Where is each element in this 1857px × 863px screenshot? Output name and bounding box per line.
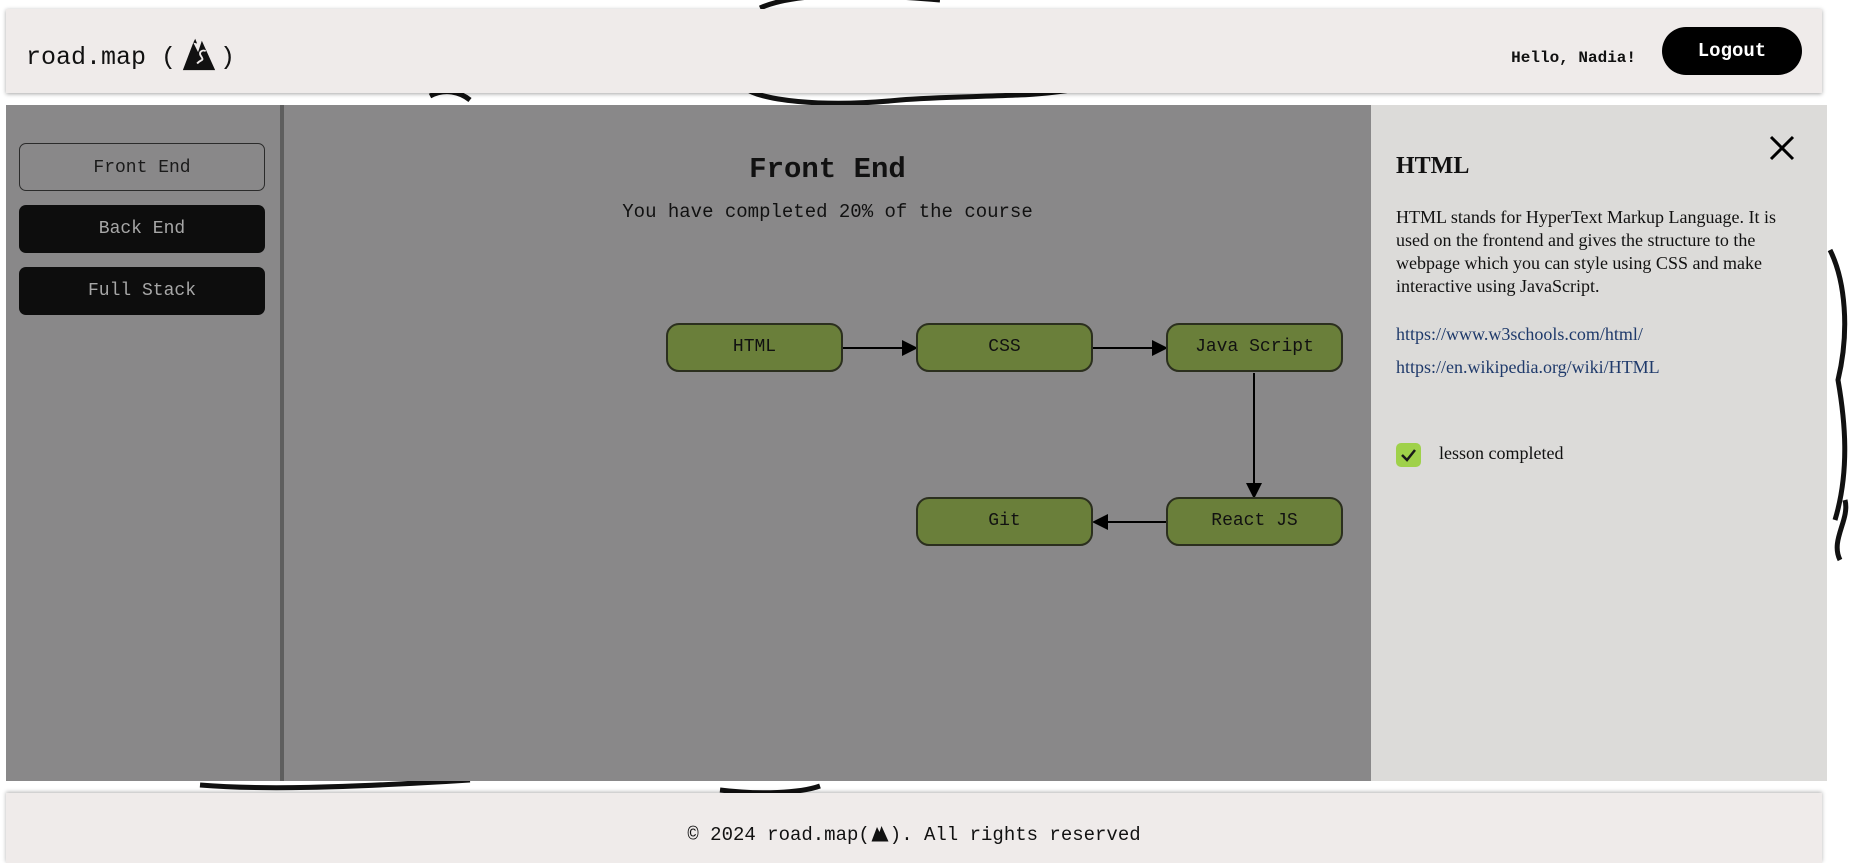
- sidebar-item-full-stack[interactable]: Full Stack: [19, 267, 265, 315]
- roadmap-node-javascript[interactable]: Java Script: [1166, 323, 1343, 372]
- main-area: Front End Back End Full Stack Front End …: [6, 105, 1827, 781]
- roadmap-view: Front End You have completed 20% of the …: [284, 105, 1371, 781]
- lesson-description: HTML stands for HyperText Markup Languag…: [1396, 207, 1776, 296]
- logout-button[interactable]: Logout: [1662, 27, 1802, 75]
- lesson-detail-panel: HTML HTML stands for HyperText Markup La…: [1371, 105, 1827, 781]
- sidebar-item-back-end[interactable]: Back End: [19, 205, 265, 253]
- mountain-logo-icon: [182, 38, 216, 71]
- sidebar-item-front-end[interactable]: Front End: [19, 143, 265, 191]
- lesson-completed-label: lesson completed: [1439, 443, 1564, 463]
- footer-copyright: © 2024 road.map( ). All rights reserved: [6, 823, 1822, 846]
- user-greeting: Hello, Nadia!: [1511, 49, 1636, 67]
- check-icon: [1401, 449, 1416, 462]
- roadmap-node-git[interactable]: Git: [916, 497, 1093, 546]
- roadmap-connectors: [841, 340, 1262, 530]
- app-footer: © 2024 road.map( ). All rights reserved: [6, 793, 1822, 863]
- lesson-link-wikipedia[interactable]: https://en.wikipedia.org/wiki/HTML: [1396, 357, 1660, 378]
- mountain-logo-icon: [871, 826, 889, 842]
- roadmap-sidebar: Front End Back End Full Stack: [6, 105, 284, 781]
- app-logo[interactable]: road.map ( ): [26, 35, 235, 79]
- copyright-prefix: © 2024 road.map(: [687, 824, 870, 846]
- lesson-title: HTML: [1396, 153, 1470, 179]
- logo-text-prefix: road.map (: [26, 42, 177, 72]
- app-header: road.map ( ) Hello, Nadia! Logout: [6, 9, 1822, 93]
- logo-text-suffix: ): [220, 42, 236, 72]
- roadmap-node-react[interactable]: React JS: [1166, 497, 1343, 546]
- roadmap-node-html[interactable]: HTML: [666, 323, 843, 372]
- copyright-suffix: ). All rights reserved: [889, 824, 1141, 846]
- roadmap-node-css[interactable]: CSS: [916, 323, 1093, 372]
- close-icon[interactable]: [1767, 133, 1797, 163]
- lesson-link-w3schools[interactable]: https://www.w3schools.com/html/: [1396, 324, 1643, 345]
- lesson-completed-checkbox[interactable]: [1396, 443, 1421, 467]
